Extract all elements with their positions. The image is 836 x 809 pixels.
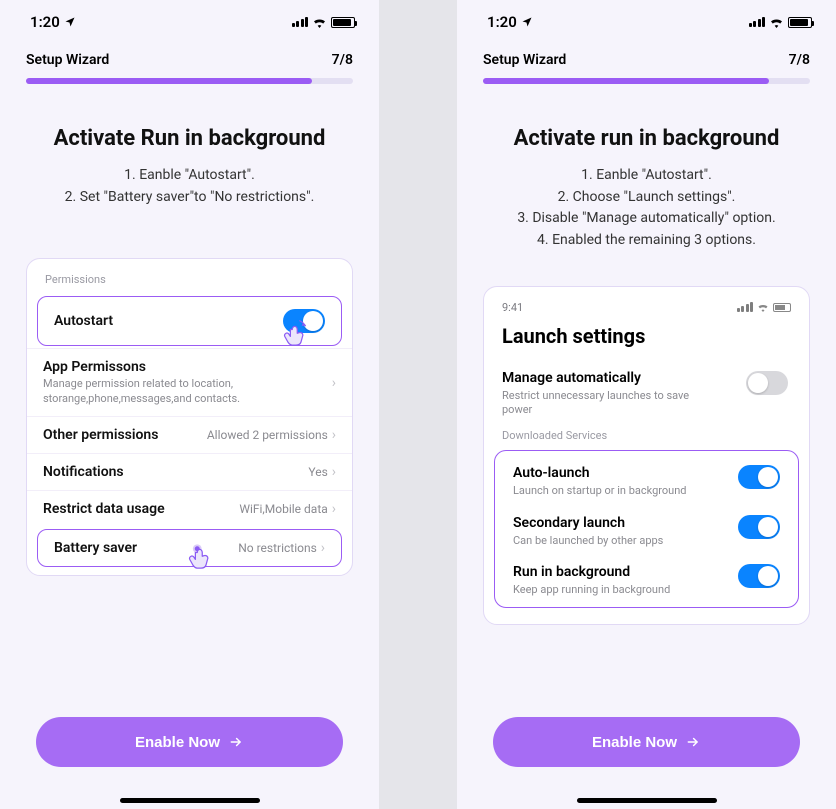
page-title: Activate Run in background bbox=[0, 126, 379, 151]
wizard-title: Setup Wizard bbox=[483, 52, 566, 68]
instructions: 1. Eanble "Autostart". 2. Set "Battery s… bbox=[0, 165, 379, 208]
wizard-progress bbox=[26, 78, 353, 84]
row-battery-saver[interactable]: Battery saver No restrictions› bbox=[37, 529, 342, 567]
wizard-header: Setup Wizard 7/8 bbox=[0, 44, 379, 72]
permissions-card: Permissions Autostart App Permissons Man… bbox=[26, 258, 353, 576]
row-auto-launch[interactable]: Auto-launch Launch on startup or in back… bbox=[503, 455, 790, 504]
chevron-right-icon: › bbox=[332, 464, 336, 480]
signal-icon bbox=[292, 17, 309, 27]
row-autostart[interactable]: Autostart bbox=[37, 296, 342, 346]
arrow-right-icon bbox=[685, 735, 701, 749]
enable-now-button[interactable]: Enable Now bbox=[493, 717, 800, 767]
row-other-permissions[interactable]: Other permissions Allowed 2 permissions› bbox=[27, 416, 352, 453]
inner-title: Launch settings bbox=[484, 314, 809, 360]
inner-status-icons bbox=[737, 301, 792, 314]
wizard-title: Setup Wizard bbox=[26, 52, 109, 68]
location-icon bbox=[521, 16, 533, 28]
phone-left: 1:20 Setup Wizard 7/8 Activate Run in ba… bbox=[0, 0, 379, 809]
status-time: 1:20 bbox=[487, 13, 517, 31]
wifi-icon bbox=[769, 17, 784, 28]
wizard-step: 7/8 bbox=[789, 52, 810, 68]
launch-settings-card: 9:41 Launch settings Manage automaticall… bbox=[483, 286, 810, 625]
toggle-manage-auto[interactable] bbox=[746, 371, 788, 395]
status-time: 1:20 bbox=[30, 13, 60, 31]
row-notifications[interactable]: Notifications Yes› bbox=[27, 453, 352, 490]
chevron-right-icon: › bbox=[332, 427, 336, 443]
section-downloaded-services: Downloaded Services bbox=[484, 423, 809, 444]
instructions: 1. Eanble "Autostart". 2. Choose "Launch… bbox=[457, 165, 836, 252]
toggle-secondary-launch[interactable] bbox=[738, 515, 780, 539]
toggle-autostart[interactable] bbox=[283, 309, 325, 333]
row-restrict-data[interactable]: Restrict data usage WiFi,Mobile data› bbox=[27, 490, 352, 527]
location-icon bbox=[64, 16, 76, 28]
phone-right: 1:20 Setup Wizard 7/8 Activate run in ba… bbox=[457, 0, 836, 809]
chevron-right-icon: › bbox=[332, 375, 336, 391]
wizard-progress bbox=[483, 78, 810, 84]
wizard-header: Setup Wizard 7/8 bbox=[457, 44, 836, 72]
toggle-run-background[interactable] bbox=[738, 564, 780, 588]
status-bar: 1:20 bbox=[457, 0, 836, 44]
highlighted-options-group: Auto-launch Launch on startup or in back… bbox=[494, 450, 799, 608]
wizard-step: 7/8 bbox=[332, 52, 353, 68]
row-secondary-launch[interactable]: Secondary launch Can be launched by othe… bbox=[503, 505, 790, 554]
wifi-icon bbox=[312, 17, 327, 28]
chevron-right-icon: › bbox=[321, 540, 325, 556]
chevron-right-icon: › bbox=[332, 501, 336, 517]
row-app-permissions[interactable]: App Permissons Manage permission related… bbox=[27, 348, 352, 416]
page-title: Activate run in background bbox=[457, 126, 836, 151]
card-section-label: Permissions bbox=[27, 269, 352, 294]
battery-icon bbox=[788, 17, 812, 28]
toggle-auto-launch[interactable] bbox=[738, 465, 780, 489]
battery-icon bbox=[331, 17, 355, 28]
signal-icon bbox=[749, 17, 766, 27]
inner-status-bar: 9:41 bbox=[484, 301, 809, 314]
status-bar: 1:20 bbox=[0, 0, 379, 44]
home-indicator bbox=[120, 798, 260, 803]
arrow-right-icon bbox=[228, 735, 244, 749]
row-run-background[interactable]: Run in background Keep app running in ba… bbox=[503, 554, 790, 603]
home-indicator bbox=[577, 798, 717, 803]
enable-now-button[interactable]: Enable Now bbox=[36, 717, 343, 767]
